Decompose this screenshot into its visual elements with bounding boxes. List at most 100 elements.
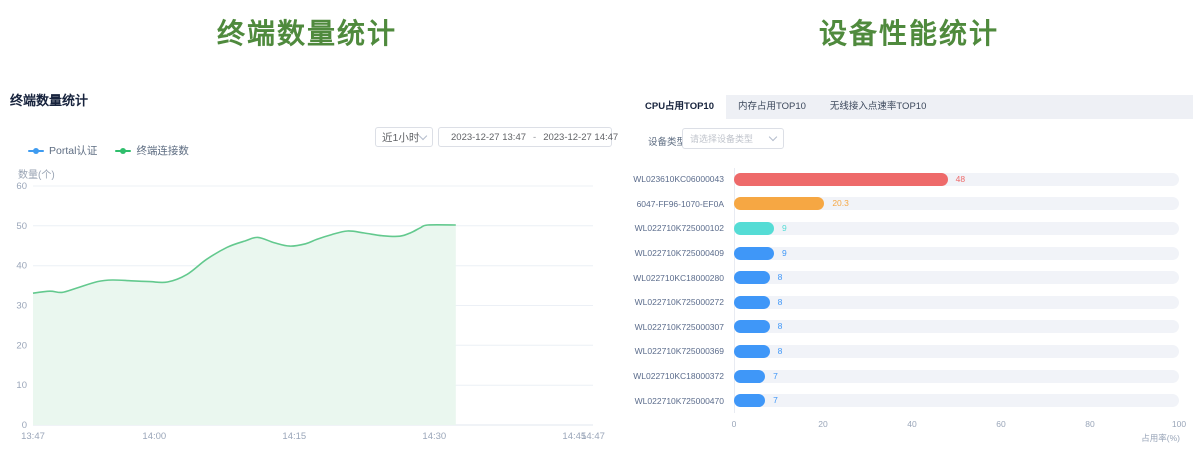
- x-tick-label: 14:30: [422, 431, 446, 442]
- device-performance-title: 设备性能统计: [618, 12, 1200, 52]
- legend-item-label: Portal认证: [49, 143, 97, 158]
- chevron-down-icon: [769, 133, 777, 141]
- legend-marker-icon: [28, 150, 44, 152]
- bar-value-label: 7: [773, 370, 778, 383]
- y-tick-label: 30: [16, 301, 27, 312]
- performance-tabs: CPU占用TOP10内存占用TOP10无线接入点速率TOP10: [633, 95, 1193, 119]
- bar-value-label: 8: [778, 320, 783, 333]
- bar-category-label: WL022710KC18000372: [630, 371, 724, 381]
- bar-track: 8: [734, 345, 1179, 358]
- bar-value-label: 8: [778, 271, 783, 284]
- bar-row: WL022710KC18000372 7: [630, 364, 1190, 389]
- bar-value-label: 9: [782, 222, 787, 235]
- bar-row: WL022710K725000272 8: [630, 290, 1190, 315]
- legend-item-label: 终端连接数: [136, 143, 189, 158]
- bar-x-tick: 20: [818, 419, 827, 429]
- bar-category-label: WL022710K725000409: [630, 248, 724, 258]
- bar-category-label: WL022710K725000470: [630, 396, 724, 406]
- bar-track: 8: [734, 320, 1179, 333]
- bar-category-label: WL022710K725000369: [630, 346, 724, 356]
- bar-track: 7: [734, 394, 1179, 407]
- bar-row: WL022710K725000369 8: [630, 339, 1190, 364]
- legend-item-1[interactable]: 终端连接数: [115, 143, 189, 158]
- bar-rows: WL023610KC06000043 48 6047-FF96-1070-EF0A 2…: [630, 167, 1190, 413]
- y-tick-label: 0: [22, 420, 27, 431]
- bar-value-label: 8: [778, 296, 783, 309]
- date-start: 2023-12-27 13:47: [451, 132, 526, 143]
- bar-row: WL022710K725000409 9: [630, 241, 1190, 266]
- time-range-select-value: 近1小时: [382, 130, 419, 145]
- bar-fill[interactable]: [734, 247, 774, 260]
- x-tick-label: 13:47: [21, 431, 45, 442]
- bar-value-label: 48: [956, 173, 965, 186]
- bar-category-label: WL022710K725000102: [630, 223, 724, 233]
- date-range-picker[interactable]: 2023-12-27 13:47 - 2023-12-27 14:47: [438, 127, 612, 147]
- bar-fill[interactable]: [734, 320, 770, 333]
- y-tick-label: 60: [16, 181, 27, 192]
- bar-x-tick: 100: [1172, 419, 1186, 429]
- bar-value-label: 8: [778, 345, 783, 358]
- terminal-trend-svg: 010203040506013:4714:0014:1514:3014:4514…: [0, 180, 615, 452]
- legend-item-0[interactable]: Portal认证: [28, 143, 97, 158]
- bar-x-axis: 020406080100: [734, 419, 1179, 431]
- dashboard-page: 终端数量统计 终端数量统计 近1小时 2023-12-27 13:47 - 20…: [0, 0, 1200, 456]
- bar-fill[interactable]: [734, 370, 765, 383]
- date-end: 2023-12-27 14:47: [543, 132, 618, 143]
- terminal-stats-title: 终端数量统计: [0, 12, 614, 52]
- bar-value-label: 9: [782, 247, 787, 260]
- bar-fill[interactable]: [734, 197, 824, 210]
- legend-marker-icon: [115, 150, 131, 152]
- bar-category-label: WL023610KC06000043: [630, 174, 724, 184]
- y-tick-label: 50: [16, 221, 27, 232]
- bar-category-label: 6047-FF96-1070-EF0A: [630, 199, 724, 209]
- bar-x-tick: 40: [907, 419, 916, 429]
- time-range-select[interactable]: 近1小时: [375, 127, 433, 147]
- bar-track: 20.3: [734, 197, 1179, 210]
- tab-0[interactable]: CPU占用TOP10: [633, 95, 726, 119]
- bar-row: WL022710K725000470 7: [630, 388, 1190, 413]
- bar-value-label: 20.3: [832, 197, 849, 210]
- y-tick-label: 40: [16, 261, 27, 272]
- bar-track: 8: [734, 296, 1179, 309]
- bar-row: WL022710K725000102 9: [630, 216, 1190, 241]
- x-tick-label: 14:47: [581, 431, 605, 442]
- bar-fill[interactable]: [734, 173, 948, 186]
- chart-legend: Portal认证 终端连接数: [28, 143, 189, 158]
- bar-track: 7: [734, 370, 1179, 383]
- device-type-select[interactable]: 请选择设备类型: [682, 128, 784, 149]
- bar-category-label: WL022710K725000272: [630, 297, 724, 307]
- bar-row: WL023610KC06000043 48: [630, 167, 1190, 192]
- y-tick-label: 20: [16, 340, 27, 351]
- bar-fill[interactable]: [734, 222, 774, 235]
- bar-fill[interactable]: [734, 394, 765, 407]
- device-type-placeholder: 请选择设备类型: [690, 132, 753, 145]
- y-tick-label: 10: [16, 380, 27, 391]
- bar-x-axis-name: 占用率(%): [1120, 432, 1180, 444]
- bar-fill[interactable]: [734, 345, 770, 358]
- bar-value-label: 7: [773, 394, 778, 407]
- chevron-down-icon: [419, 131, 427, 139]
- bar-track: 9: [734, 222, 1179, 235]
- bar-category-label: WL022710KC18000280: [630, 273, 724, 283]
- bar-row: WL022710K725000307 8: [630, 315, 1190, 340]
- bar-track: 8: [734, 271, 1179, 284]
- y-axis-name: 数量(个): [18, 166, 55, 181]
- bar-category-label: WL022710K725000307: [630, 322, 724, 332]
- bar-fill[interactable]: [734, 296, 770, 309]
- bar-x-tick: 80: [1085, 419, 1094, 429]
- bar-x-tick: 0: [732, 419, 737, 429]
- bar-track: 48: [734, 173, 1179, 186]
- device-type-label: 设备类型: [648, 134, 686, 148]
- bar-fill[interactable]: [734, 271, 770, 284]
- tab-2[interactable]: 无线接入点速率TOP10: [818, 95, 938, 119]
- date-separator: -: [531, 132, 538, 143]
- bar-track: 9: [734, 247, 1179, 260]
- bar-x-tick: 60: [996, 419, 1005, 429]
- x-tick-label: 14:00: [142, 431, 166, 442]
- bar-row: WL022710KC18000280 8: [630, 265, 1190, 290]
- x-tick-label: 14:15: [282, 431, 306, 442]
- series-area: [33, 225, 456, 425]
- bar-row: 6047-FF96-1070-EF0A 20.3: [630, 192, 1190, 217]
- terminal-panel-header: 终端数量统计: [10, 90, 88, 109]
- tab-1[interactable]: 内存占用TOP10: [726, 95, 818, 119]
